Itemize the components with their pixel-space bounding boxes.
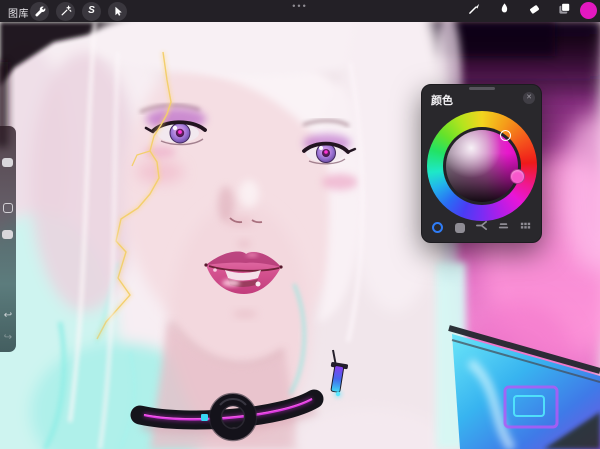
- color-panel: 颜色 ✕: [421, 84, 542, 243]
- color-panel-title: 颜色: [431, 92, 453, 108]
- close-icon[interactable]: ✕: [523, 92, 535, 104]
- layers-icon: [558, 2, 571, 20]
- eraser-tool-button[interactable]: [525, 3, 543, 19]
- procreate-window: 图库 S •••: [0, 0, 600, 449]
- eraser-icon: [528, 2, 541, 20]
- modify-button[interactable]: [3, 203, 13, 213]
- brush-icon: [468, 2, 481, 20]
- redo-arrow-icon: ↪: [4, 332, 12, 343]
- smudge-tool-button[interactable]: [495, 3, 513, 19]
- disc-icon: [432, 222, 443, 233]
- hue-knob[interactable]: [510, 169, 525, 184]
- palettes-grid-icon: [519, 219, 532, 237]
- current-color-swatch[interactable]: [580, 2, 597, 19]
- tab-disc[interactable]: [430, 220, 445, 235]
- brush-size-slider[interactable]: [2, 158, 13, 167]
- saturation-disc[interactable]: [446, 130, 518, 202]
- undo-button[interactable]: ↩: [0, 310, 16, 321]
- smudge-finger-icon: [498, 2, 511, 20]
- tab-palettes[interactable]: [518, 220, 533, 235]
- top-toolbar: 图库 S •••: [0, 0, 600, 22]
- redo-button[interactable]: ↪: [0, 332, 16, 343]
- tab-value[interactable]: [496, 220, 511, 235]
- value-sliders-icon: [497, 219, 510, 237]
- opacity-slider[interactable]: [2, 230, 13, 239]
- tab-classic[interactable]: [452, 220, 467, 235]
- disc-cursor[interactable]: [500, 130, 511, 141]
- color-panel-tabs: [422, 220, 541, 235]
- panel-drag-handle[interactable]: [469, 87, 495, 90]
- classic-square-icon: [455, 223, 465, 233]
- brush-sidebar: ↩ ↪: [0, 126, 16, 352]
- paint-tool-button[interactable]: [465, 3, 483, 19]
- hue-ring[interactable]: [427, 111, 537, 221]
- harmony-icon: [475, 219, 488, 237]
- undo-arrow-icon: ↩: [4, 310, 12, 321]
- layers-button[interactable]: [555, 3, 573, 19]
- tab-harmony[interactable]: [474, 220, 489, 235]
